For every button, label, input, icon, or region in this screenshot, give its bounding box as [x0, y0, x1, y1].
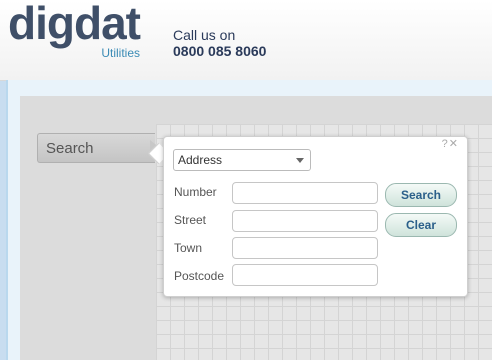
- number-input[interactable]: [232, 182, 378, 204]
- chevron-down-icon: [296, 158, 304, 163]
- number-label: Number: [174, 185, 217, 199]
- logo-wordmark: digdat: [8, 0, 141, 49]
- street-input[interactable]: [232, 210, 378, 232]
- contact-info: Call us on 0800 085 8060: [173, 27, 266, 59]
- call-label: Call us on: [173, 27, 236, 43]
- logo-subtext: Utilities: [101, 46, 140, 60]
- postcode-label: Postcode: [174, 269, 225, 283]
- town-label: Town: [174, 241, 203, 255]
- clear-button[interactable]: Clear: [385, 213, 457, 237]
- street-label: Street: [174, 213, 207, 227]
- town-input[interactable]: [232, 237, 378, 259]
- search-popup: ?✕ Address Number Street Town Postcode S…: [163, 136, 468, 297]
- site-header: digdat Utilities Call us on 0800 085 806…: [0, 0, 492, 81]
- help-close-icons[interactable]: ?✕: [442, 137, 459, 150]
- search-type-value: Address: [178, 153, 223, 167]
- search-tab[interactable]: Search: [37, 133, 155, 163]
- search-type-select[interactable]: Address: [173, 149, 311, 171]
- postcode-input[interactable]: [232, 264, 378, 286]
- phone-number: 0800 085 8060: [173, 43, 267, 59]
- search-tab-label: Search: [46, 140, 94, 157]
- digdat-logo[interactable]: digdat Utilities: [8, 0, 148, 66]
- search-button[interactable]: Search: [385, 183, 457, 207]
